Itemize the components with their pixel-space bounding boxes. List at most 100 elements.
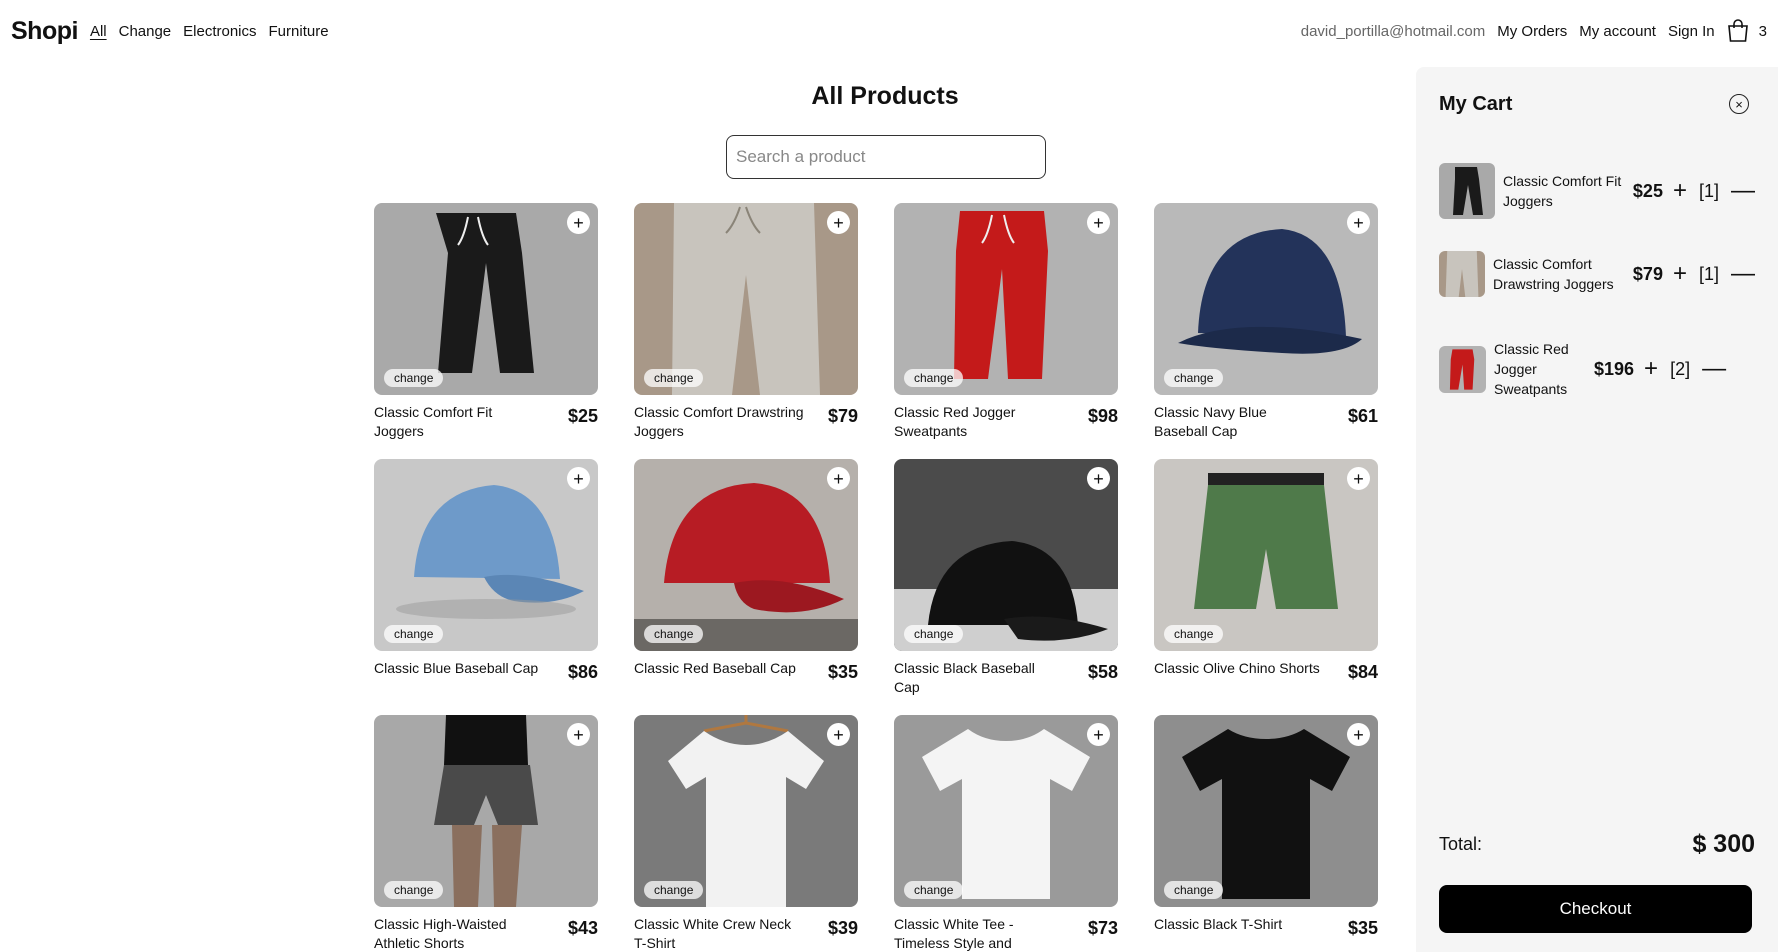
checkout-button[interactable]: Checkout bbox=[1439, 885, 1752, 933]
increase-quantity-button[interactable]: + bbox=[1644, 357, 1658, 381]
nav-category-all[interactable]: All bbox=[90, 23, 107, 40]
product-card[interactable]: + change Classic White Crew Neck T-Shirt… bbox=[634, 715, 858, 952]
add-to-cart-button[interactable]: + bbox=[1087, 211, 1110, 234]
add-to-cart-button[interactable]: + bbox=[1087, 467, 1110, 490]
my-account-link[interactable]: My account bbox=[1579, 23, 1656, 40]
add-to-cart-button[interactable]: + bbox=[567, 723, 590, 746]
product-info: Classic Black Baseball Cap $58 bbox=[894, 659, 1118, 697]
product-card[interactable]: + change Classic High-Waisted Athletic S… bbox=[374, 715, 598, 952]
product-card[interactable]: + change Classic Navy Blue Baseball Cap … bbox=[1154, 203, 1378, 443]
cart-panel: My Cart × Classic Comfort Fit Joggers $2… bbox=[1416, 67, 1778, 952]
category-tag: change bbox=[384, 625, 444, 643]
cart-item-thumbnail bbox=[1439, 345, 1486, 393]
sign-in-link[interactable]: Sign In bbox=[1668, 23, 1715, 40]
add-to-cart-button[interactable]: + bbox=[827, 723, 850, 746]
product-card[interactable]: + change Classic Comfort Fit Joggers $25 bbox=[374, 203, 598, 443]
decrease-quantity-button[interactable]: — bbox=[1702, 357, 1726, 381]
category-tag: change bbox=[904, 625, 964, 643]
product-name: Classic Comfort Drawstring Joggers bbox=[634, 404, 804, 439]
product-name: Classic Red Baseball Cap bbox=[634, 660, 796, 676]
product-price: $79 bbox=[827, 406, 858, 426]
product-info: Classic Comfort Fit Joggers $25 bbox=[374, 403, 598, 441]
category-tag: change bbox=[644, 369, 704, 387]
nav-category-furniture[interactable]: Furniture bbox=[269, 23, 329, 40]
white-tshirt-hanger-icon bbox=[634, 715, 858, 907]
cart-item-thumbnail bbox=[1439, 251, 1485, 297]
product-price: $39 bbox=[827, 918, 858, 938]
product-info: Classic White Tee - Timeless Style and C… bbox=[894, 915, 1118, 952]
category-tag: change bbox=[1164, 369, 1224, 387]
cart-item-name: Classic Red Jogger Sweatpants bbox=[1494, 341, 1569, 397]
add-to-cart-button[interactable]: + bbox=[567, 467, 590, 490]
decrease-quantity-button[interactable]: — bbox=[1731, 262, 1755, 286]
product-price: $61 bbox=[1347, 406, 1378, 426]
product-name: Classic White Tee - Timeless Style and C… bbox=[894, 916, 1014, 951]
nav-category-electronics[interactable]: Electronics bbox=[183, 23, 256, 40]
red-cap-icon bbox=[634, 459, 858, 651]
product-name: Classic Navy Blue Baseball Cap bbox=[1154, 404, 1267, 439]
product-info: Classic Red Jogger Sweatpants $98 bbox=[894, 403, 1118, 441]
product-name: Classic Black T-Shirt bbox=[1154, 916, 1283, 932]
product-card[interactable]: + change Classic Comfort Drawstring Jogg… bbox=[634, 203, 858, 443]
add-to-cart-button[interactable]: + bbox=[827, 211, 850, 234]
category-tag: change bbox=[1164, 881, 1224, 899]
category-tag: change bbox=[644, 881, 704, 899]
product-info: Classic High-Waisted Athletic Shorts $43 bbox=[374, 915, 598, 952]
product-price: $84 bbox=[1347, 662, 1378, 682]
user-email: david_portilla@hotmail.com bbox=[1300, 22, 1486, 40]
add-to-cart-button[interactable]: + bbox=[1087, 723, 1110, 746]
product-card[interactable]: + change Classic White Tee - Timeless St… bbox=[894, 715, 1118, 952]
cart-button[interactable]: 3 bbox=[1727, 19, 1767, 43]
cart-item: Classic Red Jogger Sweatpants $196 + [2]… bbox=[1439, 339, 1755, 399]
cart-item: Classic Comfort Fit Joggers $25 + [1] — bbox=[1439, 163, 1755, 219]
cart-title: My Cart bbox=[1439, 93, 1513, 115]
product-card[interactable]: + change Classic Blue Baseball Cap $86 bbox=[374, 459, 598, 699]
increase-quantity-button[interactable]: + bbox=[1673, 262, 1687, 286]
add-to-cart-button[interactable]: + bbox=[1347, 723, 1370, 746]
cart-item-quantity: [1] bbox=[1698, 263, 1719, 284]
product-card[interactable]: + change Classic Black T-Shirt $35 bbox=[1154, 715, 1378, 952]
product-card[interactable]: + change Classic Black Baseball Cap $58 bbox=[894, 459, 1118, 699]
add-to-cart-button[interactable]: + bbox=[1347, 467, 1370, 490]
product-image: + change bbox=[374, 715, 598, 907]
product-name: Classic White Crew Neck T-Shirt bbox=[634, 916, 792, 951]
product-card[interactable]: + change Classic Red Baseball Cap $35 bbox=[634, 459, 858, 699]
product-image: + change bbox=[1154, 203, 1378, 395]
nav-category-change[interactable]: Change bbox=[119, 23, 172, 40]
beige-joggers-icon bbox=[1439, 251, 1485, 297]
increase-quantity-button[interactable]: + bbox=[1673, 179, 1687, 203]
category-tag: change bbox=[904, 881, 964, 899]
product-card[interactable]: + change Classic Red Jogger Sweatpants $… bbox=[894, 203, 1118, 443]
search-input[interactable] bbox=[726, 135, 1046, 179]
product-card[interactable]: + change Classic Olive Chino Shorts $84 bbox=[1154, 459, 1378, 699]
product-image: + change bbox=[634, 203, 858, 395]
add-to-cart-button[interactable]: + bbox=[1347, 211, 1370, 234]
add-to-cart-button[interactable]: + bbox=[827, 467, 850, 490]
product-price: $73 bbox=[1087, 918, 1118, 938]
product-price: $58 bbox=[1087, 662, 1118, 682]
close-cart-button[interactable]: × bbox=[1729, 94, 1749, 114]
my-orders-link[interactable]: My Orders bbox=[1497, 23, 1567, 40]
cart-item: Classic Comfort Drawstring Joggers $79 +… bbox=[1439, 251, 1755, 297]
product-info: Classic Black T-Shirt $35 bbox=[1154, 915, 1378, 939]
decrease-quantity-button[interactable]: — bbox=[1731, 179, 1755, 203]
product-name: Classic Black Baseball Cap bbox=[894, 660, 1035, 695]
add-to-cart-button[interactable]: + bbox=[567, 211, 590, 234]
product-price: $25 bbox=[567, 406, 598, 426]
product-info: Classic Navy Blue Baseball Cap $61 bbox=[1154, 403, 1378, 441]
brand-logo[interactable]: Shopi bbox=[11, 17, 78, 46]
cart-item-quantity: [1] bbox=[1698, 180, 1719, 201]
product-price: $35 bbox=[1347, 918, 1378, 938]
white-tshirt-icon bbox=[894, 715, 1118, 907]
total-value: $ 300 bbox=[1692, 830, 1755, 858]
cart-item-price: $79 bbox=[1632, 263, 1663, 284]
cart-item-quantity: [2] bbox=[1670, 358, 1691, 379]
cart-count: 3 bbox=[1758, 22, 1767, 40]
product-price: $86 bbox=[567, 662, 598, 682]
athletic-shorts-icon bbox=[374, 715, 598, 907]
product-image: + change bbox=[1154, 715, 1378, 907]
product-image: + change bbox=[634, 459, 858, 651]
product-image: + change bbox=[374, 459, 598, 651]
product-name: Classic Red Jogger Sweatpants bbox=[894, 404, 1016, 439]
category-tag: change bbox=[644, 625, 704, 643]
